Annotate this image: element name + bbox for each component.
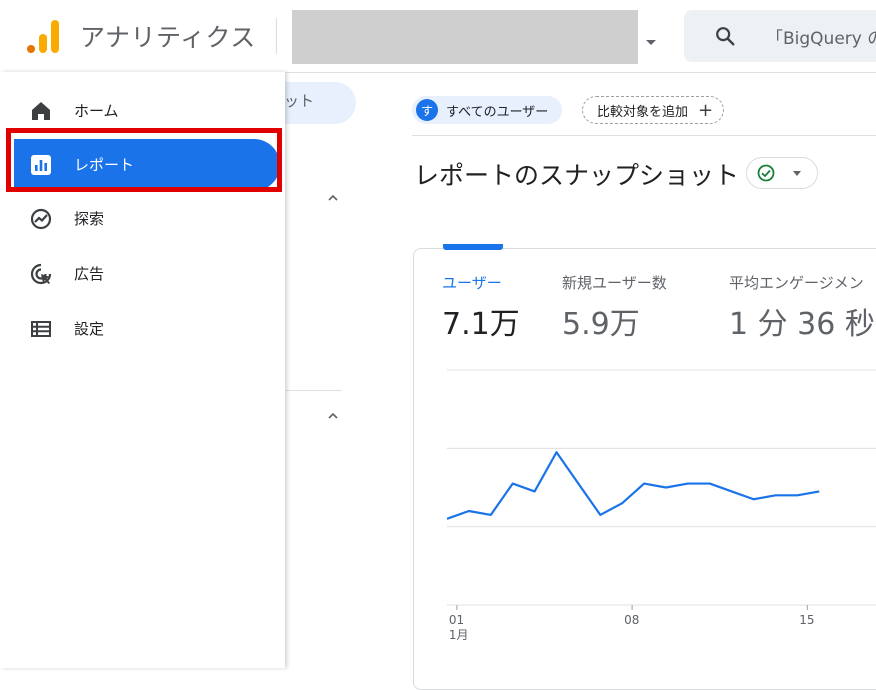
- home-icon: [32, 102, 50, 120]
- active-tab-indicator: [443, 244, 503, 250]
- chevron-down-icon: [793, 171, 801, 176]
- divider: [276, 18, 277, 54]
- chevron-up-icon[interactable]: [328, 411, 338, 421]
- metric-label: 平均エンゲージメン: [729, 274, 864, 292]
- list-icon: [31, 321, 51, 337]
- sidebar-item-label: ホーム: [74, 102, 119, 120]
- sidebar-item-ads[interactable]: 広告: [0, 248, 280, 300]
- status-dropdown[interactable]: [746, 157, 818, 189]
- sidebar-item-home[interactable]: ホーム: [0, 85, 280, 137]
- sidebar-nav: ホーム レポート 探索 広告 設定: [0, 72, 285, 668]
- search-bar[interactable]: 「BigQuery の: [684, 10, 876, 62]
- background-nav-label: ット: [284, 92, 315, 110]
- all-users-label: すべてのユーザー: [446, 104, 549, 120]
- app-title: アナリティクス: [80, 23, 256, 52]
- all-users-chip[interactable]: す すべてのユーザー: [412, 96, 563, 124]
- sidebar-item-label: 広告: [74, 265, 105, 283]
- bar-chart-icon: [31, 155, 51, 175]
- metric-value: 1 分 36 秒: [729, 307, 875, 342]
- add-comparison-label: 比較対象を追加: [597, 104, 689, 120]
- ads-icon: [30, 263, 52, 285]
- divider: [412, 135, 876, 136]
- sidebar-item-settings[interactable]: 設定: [0, 303, 280, 355]
- account-selector[interactable]: [292, 10, 638, 64]
- add-comparison-button[interactable]: 比較対象を追加 +: [582, 96, 725, 124]
- top-bar: アナリティクス 「BigQuery の: [0, 0, 876, 73]
- series-line: [446, 451, 820, 520]
- chevron-up-icon[interactable]: [328, 193, 338, 203]
- user-badge: す: [416, 99, 438, 121]
- x-tick-label: 01: [449, 613, 464, 627]
- sidebar-item-label: 探索: [74, 210, 105, 228]
- x-tick-label: 15: [799, 613, 814, 627]
- search-icon: [716, 27, 735, 46]
- metric-label: ユーザー: [442, 274, 502, 292]
- sidebar-item-explore[interactable]: 探索: [0, 193, 280, 245]
- page-title: レポートのスナップショット: [414, 161, 740, 190]
- check-circle-icon: [757, 164, 775, 182]
- metric-engagement[interactable]: 平均エンゲージメン 1 分 36 秒: [729, 272, 875, 343]
- sidebar-item-label: レポート: [74, 156, 135, 174]
- x-tick-label: 08: [624, 613, 639, 627]
- metric-new-users[interactable]: 新規ユーザー数 5.9万: [562, 272, 667, 343]
- metric-value: 7.1万: [442, 307, 520, 342]
- metric-users[interactable]: ユーザー 7.1万: [442, 272, 520, 343]
- explore-icon: [30, 208, 52, 230]
- sidebar-item-label: 設定: [74, 320, 105, 338]
- sidebar-item-reports[interactable]: レポート: [14, 139, 280, 191]
- analytics-logo-icon[interactable]: [26, 18, 60, 54]
- plus-icon: +: [698, 99, 714, 121]
- divider: [286, 390, 342, 391]
- metric-value: 5.9万: [562, 307, 640, 342]
- x-tick-sublabel: 1月: [449, 628, 469, 642]
- search-input[interactable]: 「BigQuery の: [766, 24, 876, 49]
- users-line-chart: 011月 08 15: [446, 369, 876, 642]
- chevron-down-icon[interactable]: [646, 40, 656, 45]
- metric-label: 新規ユーザー数: [562, 274, 667, 292]
